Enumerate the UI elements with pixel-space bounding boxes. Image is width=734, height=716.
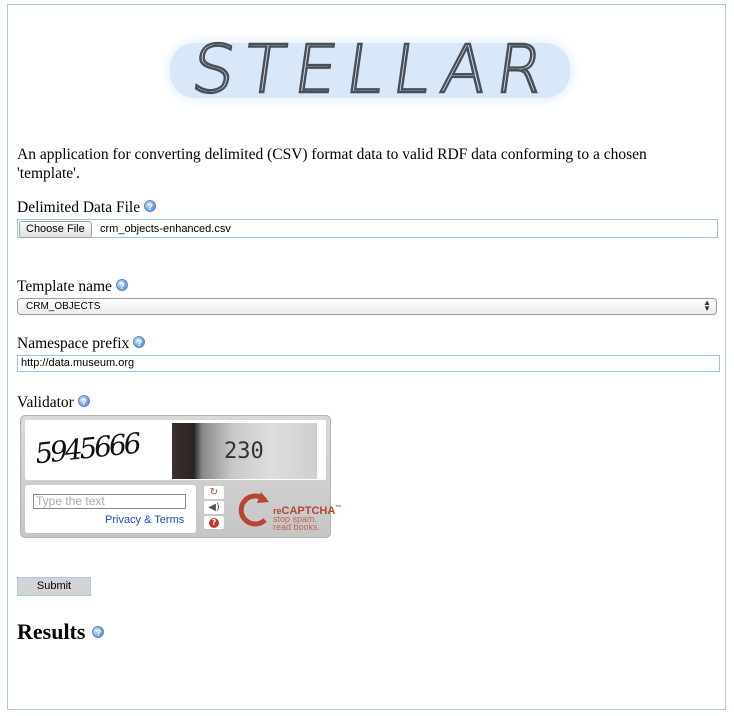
submit-button[interactable]: Submit (17, 577, 91, 596)
help-icon[interactable]: ? (115, 279, 128, 291)
help-icon[interactable]: ? (77, 395, 90, 407)
captcha-photo: 230 (172, 423, 317, 479)
results-heading: Results? (17, 619, 105, 645)
data-file-label: Delimited Data File? (17, 199, 157, 217)
template-select[interactable]: CRM_OBJECTS ▲ ▼ (17, 298, 717, 315)
namespace-label: Namespace prefix? (17, 335, 146, 353)
help-icon[interactable]: ? (133, 336, 146, 348)
recaptcha-logo: reCAPTCHA™ stop spam. read books. (235, 488, 341, 533)
validator-label: Validator? (17, 394, 90, 412)
privacy-terms-link[interactable]: Privacy & Terms (105, 513, 184, 527)
audio-icon[interactable]: ◀) (204, 501, 224, 514)
file-input[interactable]: Choose File crm_objects-enhanced.csv (17, 219, 718, 238)
template-label: Template name? (17, 278, 128, 296)
file-name: crm_objects-enhanced.csv (100, 223, 231, 235)
captcha-word-1: 5945666 (33, 426, 141, 471)
choose-file-button[interactable]: Choose File (19, 221, 92, 238)
captcha-image: 5945666 230 (25, 420, 326, 480)
recaptcha-tagline: stop spam. read books. (273, 514, 321, 532)
captcha-word-2: 230 (224, 439, 264, 464)
stellar-logo: STELLAR (170, 29, 570, 109)
recaptcha-widget: 5945666 230 Type the text Privacy & Term… (20, 415, 341, 538)
captcha-response-input[interactable]: Type the text (33, 494, 186, 509)
recaptcha-arrow-icon (238, 492, 269, 527)
svg-text:STELLAR: STELLAR (187, 30, 558, 108)
captcha-tools: ↻ ◀) ? (204, 486, 228, 532)
help-icon[interactable]: ? (204, 516, 224, 529)
captcha-input-panel: Type the text Privacy & Terms (25, 485, 196, 533)
refresh-icon[interactable]: ↻ (204, 486, 224, 499)
intro-text: An application for converting delimited … (17, 146, 647, 182)
help-icon[interactable]: ? (144, 200, 157, 212)
namespace-input[interactable]: http://data.museum.org (17, 355, 720, 372)
template-selected: CRM_OBJECTS (26, 301, 101, 312)
select-arrows-icon: ▲ ▼ (703, 298, 711, 313)
help-icon[interactable]: ? (92, 626, 105, 638)
